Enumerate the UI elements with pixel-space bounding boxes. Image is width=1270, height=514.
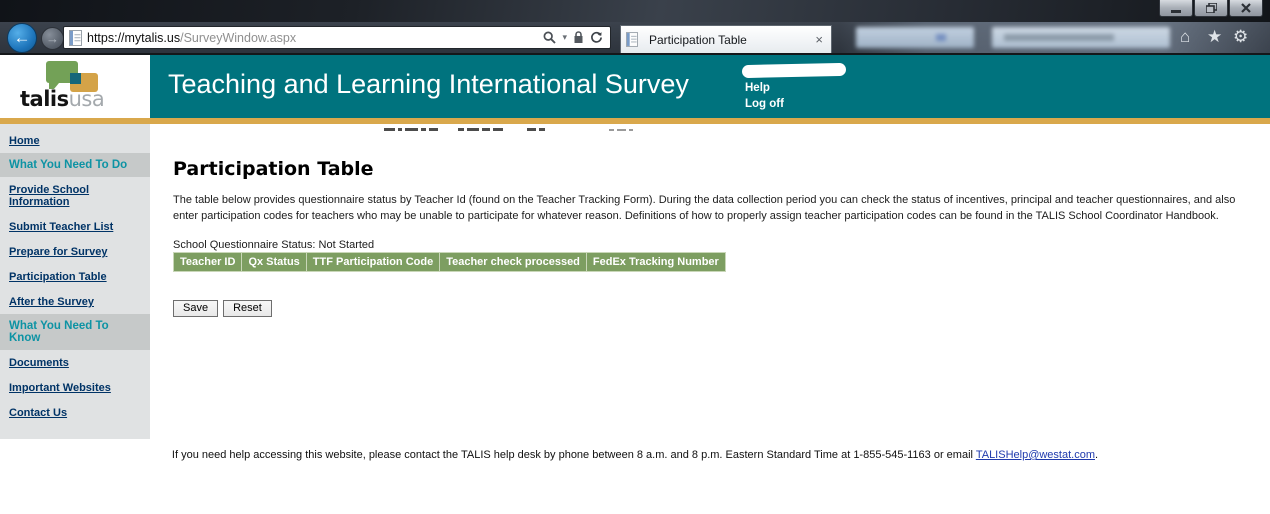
address-bar[interactable]: https://mytalis.us/SurveyWindow.aspx ▾	[63, 26, 611, 49]
minimize-button[interactable]	[1159, 0, 1193, 17]
footer-email-link[interactable]: TALISHelp@westat.com	[976, 449, 1095, 461]
redacted-toolbar-area	[856, 27, 974, 48]
forward-button[interactable]: →	[41, 27, 64, 50]
settings-gear-icon[interactable]: ⚙	[1233, 27, 1248, 47]
search-icon[interactable]	[543, 31, 557, 44]
redacted-search-text	[1004, 34, 1114, 41]
school-questionnaire-status: School Questionnaire Status: Not Started	[173, 239, 375, 252]
footer-suffix: .	[1095, 449, 1099, 461]
window-titlebar[interactable]	[0, 0, 1270, 22]
url-host: https://mytalis.us	[87, 30, 181, 45]
restore-icon	[1205, 3, 1217, 13]
sidebar-section-what-you-need-to-do: What You Need To Do	[0, 153, 150, 177]
sidebar-item-home[interactable]: Home	[0, 128, 150, 153]
minimize-icon	[1171, 9, 1181, 13]
sidebar-item-contact-us[interactable]: Contact Us	[0, 400, 150, 425]
site-header: talisusa Teaching and Learning Internati…	[0, 55, 1270, 118]
lock-icon[interactable]	[573, 31, 584, 44]
logo-text-usa: usa	[68, 87, 105, 111]
page-description: The table below provides questionnaire s…	[173, 194, 1236, 222]
sidebar-item-after-the-survey[interactable]: After the Survey	[0, 289, 150, 314]
url-text[interactable]: https://mytalis.us/SurveyWindow.aspx	[87, 31, 296, 45]
sidebar-section-what-you-need-to-know: What You Need To Know	[0, 314, 150, 350]
column-teacher-id: Teacher ID	[172, 252, 243, 273]
column-teacher-check-processed: Teacher check processed	[439, 252, 587, 273]
page-title: Participation Table	[173, 158, 374, 180]
logo-text-talis: talis	[20, 87, 69, 111]
logo-text: talisusa	[20, 87, 105, 111]
back-button[interactable]: ←	[7, 23, 37, 53]
column-ttf-participation-code: TTF Participation Code	[305, 252, 441, 273]
help-footer: If you need help accessing this website,…	[0, 449, 1270, 461]
table-header-row: Teacher ID Qx Status TTF Participation C…	[172, 252, 726, 273]
back-arrow-icon: ←	[13, 28, 31, 47]
tab-close-icon[interactable]: ×	[815, 33, 823, 46]
save-button[interactable]: Save	[173, 300, 219, 318]
talis-logo: talisusa	[0, 55, 150, 118]
search-dropdown-icon[interactable]: ▾	[562, 32, 567, 43]
sidebar-item-prepare-for-survey[interactable]: Prepare for Survey	[0, 239, 150, 264]
restore-button[interactable]	[1194, 0, 1228, 17]
browser-search-box[interactable]	[992, 27, 1170, 48]
sidebar-item-participation-table[interactable]: Participation Table	[0, 264, 150, 289]
sidebar-nav: Home What You Need To Do Provide School …	[0, 124, 150, 439]
redacted-user-name	[741, 62, 847, 79]
favorites-star-icon[interactable]: ★	[1207, 27, 1222, 47]
sidebar-item-documents[interactable]: Documents	[0, 350, 150, 375]
logoff-link[interactable]: Log off	[745, 98, 784, 110]
form-buttons: Save Reset	[173, 300, 1242, 318]
reset-button[interactable]: Reset	[223, 300, 272, 318]
close-icon	[1241, 3, 1251, 13]
site-title: Teaching and Learning International Surv…	[168, 69, 689, 99]
help-link[interactable]: Help	[745, 82, 770, 94]
refresh-icon[interactable]	[590, 31, 603, 44]
footer-text: If you need help accessing this website,…	[171, 449, 976, 461]
sidebar-item-submit-teacher-list[interactable]: Submit Teacher List	[0, 214, 150, 239]
column-qx-status: Qx Status	[241, 252, 307, 273]
page-icon	[69, 29, 82, 46]
browser-tab[interactable]: Participation Table ×	[620, 25, 832, 53]
forward-arrow-icon: →	[46, 31, 59, 46]
window-controls	[1158, 0, 1263, 17]
main-content: Participation Table The table below prov…	[150, 124, 1270, 318]
tab-title: Participation Table	[649, 32, 747, 47]
sidebar-item-important-websites[interactable]: Important Websites	[0, 375, 150, 400]
header-band: Teaching and Learning International Surv…	[150, 55, 1270, 118]
logo-overlap-square-icon	[70, 73, 81, 84]
sidebar-item-provide-school-information[interactable]: Provide School Information	[0, 177, 150, 214]
url-path: /SurveyWindow.aspx	[180, 30, 297, 45]
tab-favicon	[626, 32, 638, 47]
browser-window: ← → https://mytalis.us/SurveyWindow.aspx…	[0, 0, 1270, 514]
column-fedex-tracking-number: FedEx Tracking Number	[585, 252, 726, 273]
address-bar-icons: ▾	[543, 31, 610, 44]
home-icon[interactable]: ⌂	[1180, 27, 1190, 47]
browser-chrome: ← → https://mytalis.us/SurveyWindow.aspx…	[0, 0, 1270, 55]
participation-table-header: Teacher ID Qx Status TTF Participation C…	[172, 252, 726, 273]
participation-table: Teacher ID Qx Status TTF Participation C…	[172, 252, 726, 273]
close-button[interactable]	[1229, 0, 1263, 17]
